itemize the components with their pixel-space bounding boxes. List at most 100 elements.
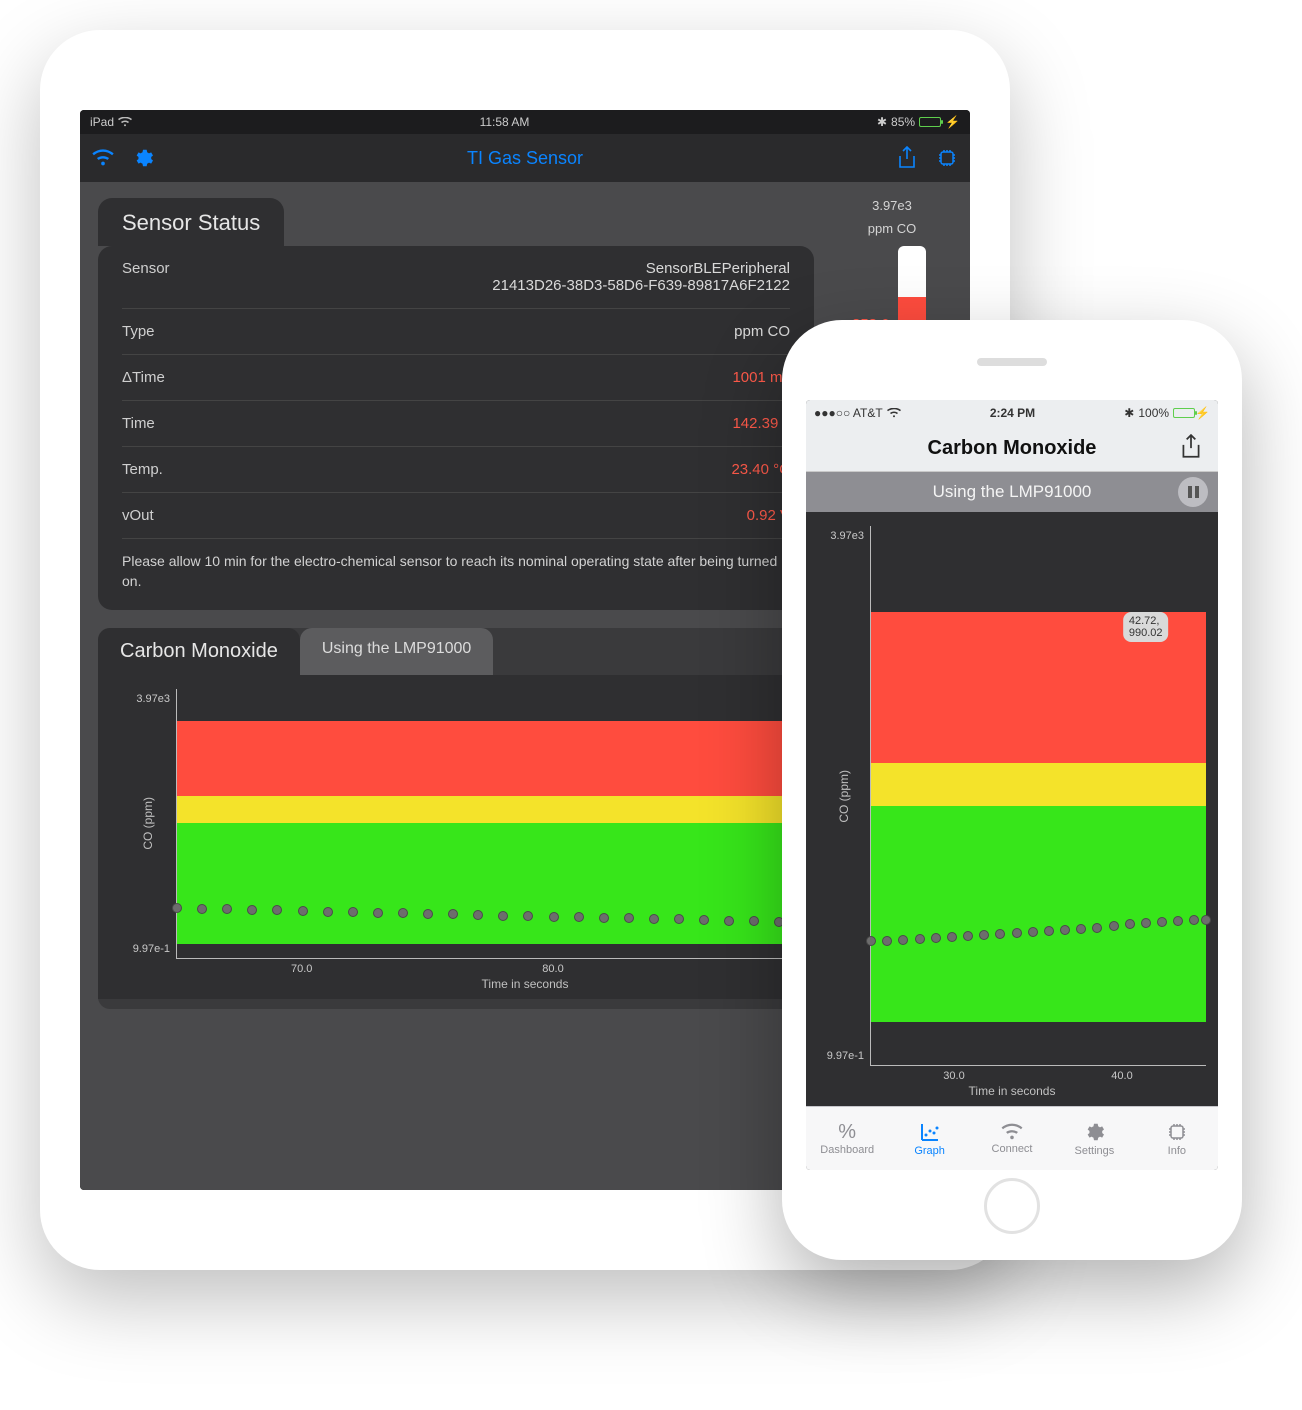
data-point[interactable] xyxy=(699,915,709,925)
data-point[interactable] xyxy=(448,909,458,919)
device-label: iPad xyxy=(90,115,114,129)
data-point[interactable] xyxy=(1012,928,1022,938)
data-point[interactable] xyxy=(1189,915,1199,925)
data-point[interactable] xyxy=(247,905,257,915)
battery-pct: 100% xyxy=(1138,406,1169,420)
sensor-status-card: Sensor Status SensorSensorBLEPeripheral … xyxy=(98,198,814,610)
y-tick-top: 3.97e3 xyxy=(830,530,864,542)
data-point[interactable] xyxy=(1141,918,1151,928)
info-chip-icon[interactable] xyxy=(936,147,958,169)
data-point[interactable] xyxy=(995,929,1005,939)
data-point[interactable] xyxy=(749,916,759,926)
data-point[interactable] xyxy=(1092,923,1102,933)
data-point[interactable] xyxy=(523,911,533,921)
data-point[interactable] xyxy=(931,933,941,943)
share-icon[interactable] xyxy=(896,147,918,169)
subbar-text: Using the LMP91000 xyxy=(933,482,1092,502)
pause-button[interactable] xyxy=(1178,477,1208,507)
status-time: 11:58 AM xyxy=(480,115,530,129)
phone-screen: ●●●○○ AT&T 2:24 PM ✱ 100% ⚡ Carbon Monox… xyxy=(806,400,1218,1170)
data-point[interactable] xyxy=(549,912,559,922)
chart-tab-co[interactable]: Carbon Monoxide xyxy=(98,628,300,675)
data-point[interactable] xyxy=(1028,927,1038,937)
data-point[interactable] xyxy=(1125,919,1135,929)
status-row: ΔTime1001 ms xyxy=(122,355,790,401)
data-point[interactable] xyxy=(423,909,433,919)
gauge-unit-label: ppm CO xyxy=(868,221,916,236)
sensor-status-heading: Sensor Status xyxy=(98,198,284,246)
data-point[interactable] xyxy=(574,912,584,922)
data-point[interactable] xyxy=(1173,916,1183,926)
ipad-status-bar: iPad 11:58 AM ✱ 85% ⚡ xyxy=(80,110,970,134)
phone-status-bar: ●●●○○ AT&T 2:24 PM ✱ 100% ⚡ xyxy=(806,400,1218,426)
tab-dashboard[interactable]: %Dashboard xyxy=(806,1107,888,1170)
data-point[interactable] xyxy=(979,930,989,940)
x-tick: 80.0 xyxy=(427,963,678,975)
data-point[interactable] xyxy=(599,913,609,923)
tab-label: Info xyxy=(1168,1145,1186,1157)
data-point[interactable] xyxy=(398,908,408,918)
data-point[interactable] xyxy=(272,905,282,915)
phone-device-frame: ●●●○○ AT&T 2:24 PM ✱ 100% ⚡ Carbon Monox… xyxy=(782,320,1242,1260)
info-icon xyxy=(1166,1121,1188,1143)
data-point[interactable] xyxy=(882,936,892,946)
data-point[interactable] xyxy=(1044,926,1054,936)
connect-icon[interactable] xyxy=(92,147,114,169)
x-tick: 40.0 xyxy=(1038,1070,1206,1082)
home-button[interactable] xyxy=(984,1178,1040,1234)
status-label: Type xyxy=(122,323,155,340)
dashboard-icon: % xyxy=(838,1122,856,1142)
data-point[interactable] xyxy=(947,932,957,942)
connect-icon xyxy=(1001,1123,1023,1141)
chart-tab-subtitle[interactable]: Using the LMP91000 xyxy=(300,628,493,675)
data-point[interactable] xyxy=(724,916,734,926)
bluetooth-icon: ✱ xyxy=(1124,406,1134,420)
status-row: Type ppm CO xyxy=(122,309,790,355)
data-point[interactable] xyxy=(866,936,876,946)
settings-icon xyxy=(1083,1121,1105,1143)
status-label: Temp. xyxy=(122,461,163,478)
tab-connect[interactable]: Connect xyxy=(971,1107,1053,1170)
phone-title-bar: Carbon Monoxide xyxy=(806,426,1218,472)
y-axis-label: CO (ppm) xyxy=(831,770,851,823)
data-point[interactable] xyxy=(624,913,634,923)
status-value: ppm CO xyxy=(734,323,790,340)
tab-graph[interactable]: Graph xyxy=(888,1107,970,1170)
data-point[interactable] xyxy=(323,907,333,917)
battery-pct: 85% xyxy=(891,115,915,129)
x-tick: 70.0 xyxy=(176,963,427,975)
status-note: Please allow 10 min for the electro-chem… xyxy=(122,551,790,592)
data-point[interactable] xyxy=(963,931,973,941)
data-point[interactable] xyxy=(498,911,508,921)
chart-plot-area[interactable]: 42.72, 990.02 xyxy=(870,526,1206,1066)
data-point[interactable] xyxy=(172,903,182,913)
tab-settings[interactable]: Settings xyxy=(1053,1107,1135,1170)
share-icon[interactable] xyxy=(1180,434,1208,462)
data-point[interactable] xyxy=(1157,917,1167,927)
status-time: 2:24 PM xyxy=(990,406,1035,420)
y-tick-bottom: 9.97e-1 xyxy=(827,1050,864,1062)
status-row: vOut0.92 V xyxy=(122,493,790,539)
phone-chart-area: 3.97e3 CO (ppm) 9.97e-1 42.72, 990.02 30… xyxy=(806,512,1218,1106)
data-point[interactable] xyxy=(1201,915,1211,925)
data-point[interactable] xyxy=(674,914,684,924)
data-point[interactable] xyxy=(222,904,232,914)
tab-info[interactable]: Info xyxy=(1136,1107,1218,1170)
tab-label: Connect xyxy=(992,1143,1033,1155)
x-axis-label: Time in seconds xyxy=(818,1084,1206,1098)
data-point[interactable] xyxy=(1109,921,1119,931)
data-point[interactable] xyxy=(348,907,358,917)
status-label: Time xyxy=(122,415,155,432)
data-point[interactable] xyxy=(1076,924,1086,934)
data-point[interactable] xyxy=(898,935,908,945)
y-tick-bottom: 9.97e-1 xyxy=(133,943,170,955)
data-point[interactable] xyxy=(649,914,659,924)
data-point[interactable] xyxy=(373,908,383,918)
data-point[interactable] xyxy=(1060,925,1070,935)
data-point[interactable] xyxy=(473,910,483,920)
data-point[interactable] xyxy=(298,906,308,916)
settings-gear-icon[interactable] xyxy=(132,147,154,169)
data-point[interactable] xyxy=(915,934,925,944)
data-point[interactable] xyxy=(197,904,207,914)
y-tick-top: 3.97e3 xyxy=(136,693,170,705)
